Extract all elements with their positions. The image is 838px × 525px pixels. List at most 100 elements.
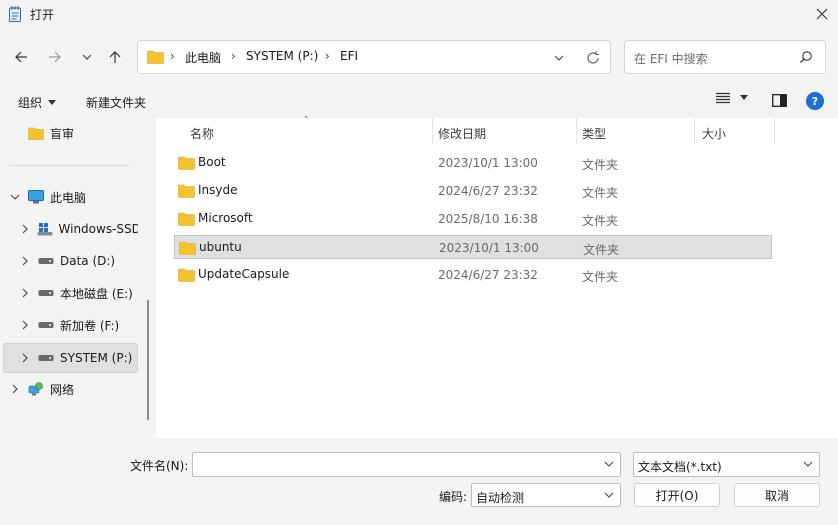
breadcrumb-system-drive[interactable]: SYSTEM (P:) bbox=[246, 49, 318, 63]
column-divider[interactable] bbox=[774, 118, 775, 144]
chevron-right-icon[interactable] bbox=[14, 256, 36, 266]
file-type: 文件夹 bbox=[582, 158, 619, 172]
nav-item-system-p[interactable]: SYSTEM (P:) bbox=[14, 343, 138, 373]
cancel-button[interactable]: 取消 bbox=[734, 483, 820, 507]
preview-pane-button[interactable] bbox=[772, 94, 787, 110]
arrow-left-icon bbox=[15, 51, 27, 63]
nav-item-this-pc[interactable]: 此电脑 bbox=[4, 182, 138, 212]
arrow-right-icon bbox=[49, 51, 61, 63]
file-name: Boot bbox=[198, 155, 226, 169]
forward-button[interactable] bbox=[42, 44, 68, 70]
nav-item-mangshen[interactable]: 盲审 bbox=[4, 118, 138, 148]
table-row[interactable]: Microsoft 2025/8/10 16:38 文件夹 bbox=[174, 207, 772, 231]
encoding-value: 自动检测 bbox=[476, 491, 525, 505]
open-button[interactable]: 打开(O) bbox=[634, 483, 720, 507]
breadcrumb-efi[interactable]: EFI bbox=[340, 49, 358, 63]
file-list: ˄ 名称 修改日期 类型 大小 Boot 2023/10/1 13:00 文件夹… bbox=[156, 116, 838, 438]
file-modified: 2023/10/1 13:00 bbox=[438, 156, 538, 170]
file-name: Microsoft bbox=[198, 211, 253, 225]
help-button[interactable]: ? bbox=[806, 92, 824, 110]
sort-ascending-icon: ˄ bbox=[304, 116, 309, 126]
column-header-modified[interactable]: 修改日期 bbox=[438, 125, 486, 142]
refresh-button[interactable] bbox=[582, 47, 604, 69]
back-button[interactable] bbox=[8, 44, 34, 70]
filetype-select[interactable]: 文本文档(*.txt) bbox=[633, 452, 820, 477]
file-type: 文件夹 bbox=[582, 214, 619, 228]
nav-item-label: 新加卷 (F:) bbox=[60, 318, 120, 333]
chevron-down-icon bbox=[554, 55, 564, 61]
close-icon bbox=[816, 8, 828, 20]
chevron-right-icon[interactable] bbox=[14, 320, 36, 330]
drive-icon bbox=[36, 253, 56, 269]
chevron-right-icon[interactable] bbox=[14, 288, 36, 298]
file-type: 文件夹 bbox=[582, 270, 619, 284]
chevron-right-icon[interactable] bbox=[14, 224, 35, 234]
breadcrumb-separator-icon: › bbox=[170, 49, 175, 63]
chevron-right-icon[interactable] bbox=[14, 353, 36, 363]
nav-scrollbar[interactable] bbox=[147, 300, 149, 420]
table-row-selected[interactable]: ubuntu 2023/10/1 13:00 文件夹 bbox=[174, 235, 772, 259]
organize-label: 组织 bbox=[18, 96, 43, 110]
column-divider[interactable] bbox=[432, 118, 433, 144]
nav-item-network[interactable]: 网络 bbox=[4, 374, 138, 404]
chevron-down-icon[interactable] bbox=[602, 457, 616, 471]
column-header-size[interactable]: 大小 bbox=[702, 125, 726, 142]
table-row[interactable]: Insyde 2024/6/27 23:32 文件夹 bbox=[174, 179, 772, 203]
address-history-dropdown[interactable] bbox=[550, 49, 568, 67]
nav-divider bbox=[10, 165, 130, 166]
chevron-down-icon[interactable] bbox=[4, 192, 26, 202]
chevron-down-icon bbox=[602, 488, 616, 502]
arrow-up-icon bbox=[109, 51, 121, 63]
folder-icon bbox=[178, 212, 195, 229]
file-name: Insyde bbox=[198, 183, 238, 197]
nav-item-label: 本地磁盘 (E:) bbox=[60, 286, 133, 301]
notepad-icon bbox=[9, 6, 21, 22]
help-icon: ? bbox=[811, 94, 819, 108]
search-input[interactable]: 在 EFI 中搜索 bbox=[624, 40, 826, 74]
change-view-button[interactable] bbox=[716, 92, 748, 104]
column-header-name[interactable]: 名称 bbox=[190, 125, 214, 142]
table-row[interactable]: UpdateCapsule 2024/6/27 23:32 文件夹 bbox=[174, 263, 772, 287]
filename-field[interactable] bbox=[192, 452, 621, 477]
file-modified: 2023/10/1 13:00 bbox=[439, 241, 539, 255]
nav-item-label: 网络 bbox=[50, 382, 75, 397]
column-divider[interactable] bbox=[694, 118, 695, 144]
drive-icon bbox=[36, 317, 56, 333]
chevron-right-icon[interactable] bbox=[4, 384, 26, 394]
nav-item-new-volume-f[interactable]: 新加卷 (F:) bbox=[14, 310, 138, 340]
address-bar[interactable]: › 此电脑 › SYSTEM (P:) › EFI bbox=[137, 40, 611, 74]
windows-drive-icon bbox=[35, 221, 54, 237]
breadcrumb-this-pc[interactable]: 此电脑 bbox=[185, 49, 221, 66]
organize-button[interactable]: 组织 bbox=[18, 94, 57, 111]
file-name: UpdateCapsule bbox=[198, 267, 290, 281]
nav-item-local-disk-e[interactable]: 本地磁盘 (E:) bbox=[14, 278, 138, 308]
chevron-down-icon bbox=[82, 54, 92, 60]
filetype-value: 文本文档(*.txt) bbox=[638, 460, 722, 474]
nav-item-data-d[interactable]: Data (D:) bbox=[14, 246, 138, 276]
chevron-down-icon bbox=[801, 457, 815, 471]
column-divider[interactable] bbox=[576, 118, 577, 144]
nav-item-label: Data (D:) bbox=[60, 254, 116, 268]
breadcrumb-separator-icon: › bbox=[325, 49, 330, 63]
new-folder-button[interactable]: 新建文件夹 bbox=[86, 94, 146, 111]
up-button[interactable] bbox=[102, 44, 128, 70]
search-icon bbox=[799, 50, 813, 67]
details-view-icon bbox=[716, 92, 730, 104]
caret-down-icon bbox=[48, 99, 57, 105]
file-type: 文件夹 bbox=[583, 243, 620, 257]
encoding-select[interactable]: 自动检测 bbox=[471, 483, 621, 507]
breadcrumb-separator-icon: › bbox=[231, 49, 236, 63]
nav-item-label: 盲审 bbox=[50, 126, 75, 141]
table-row[interactable]: Boot 2023/10/1 13:00 文件夹 bbox=[174, 151, 772, 175]
caret-down-icon bbox=[740, 95, 748, 100]
open-button-label: 打开(O) bbox=[655, 488, 699, 503]
nav-item-label: SYSTEM (P:) bbox=[60, 351, 133, 365]
close-button[interactable] bbox=[806, 0, 838, 28]
nav-item-windows-ssd[interactable]: Windows-SSD bbox=[14, 214, 138, 244]
column-header-type[interactable]: 类型 bbox=[582, 125, 606, 142]
folder-icon bbox=[179, 241, 196, 258]
recent-locations-button[interactable] bbox=[74, 44, 100, 70]
window-title: 打开 bbox=[30, 8, 55, 22]
encoding-label: 编码: bbox=[439, 490, 468, 504]
dialog-footer: 文件名(N): 文本文档(*.txt) 编码: 自动检测 打开(O) 取消 bbox=[0, 438, 838, 525]
